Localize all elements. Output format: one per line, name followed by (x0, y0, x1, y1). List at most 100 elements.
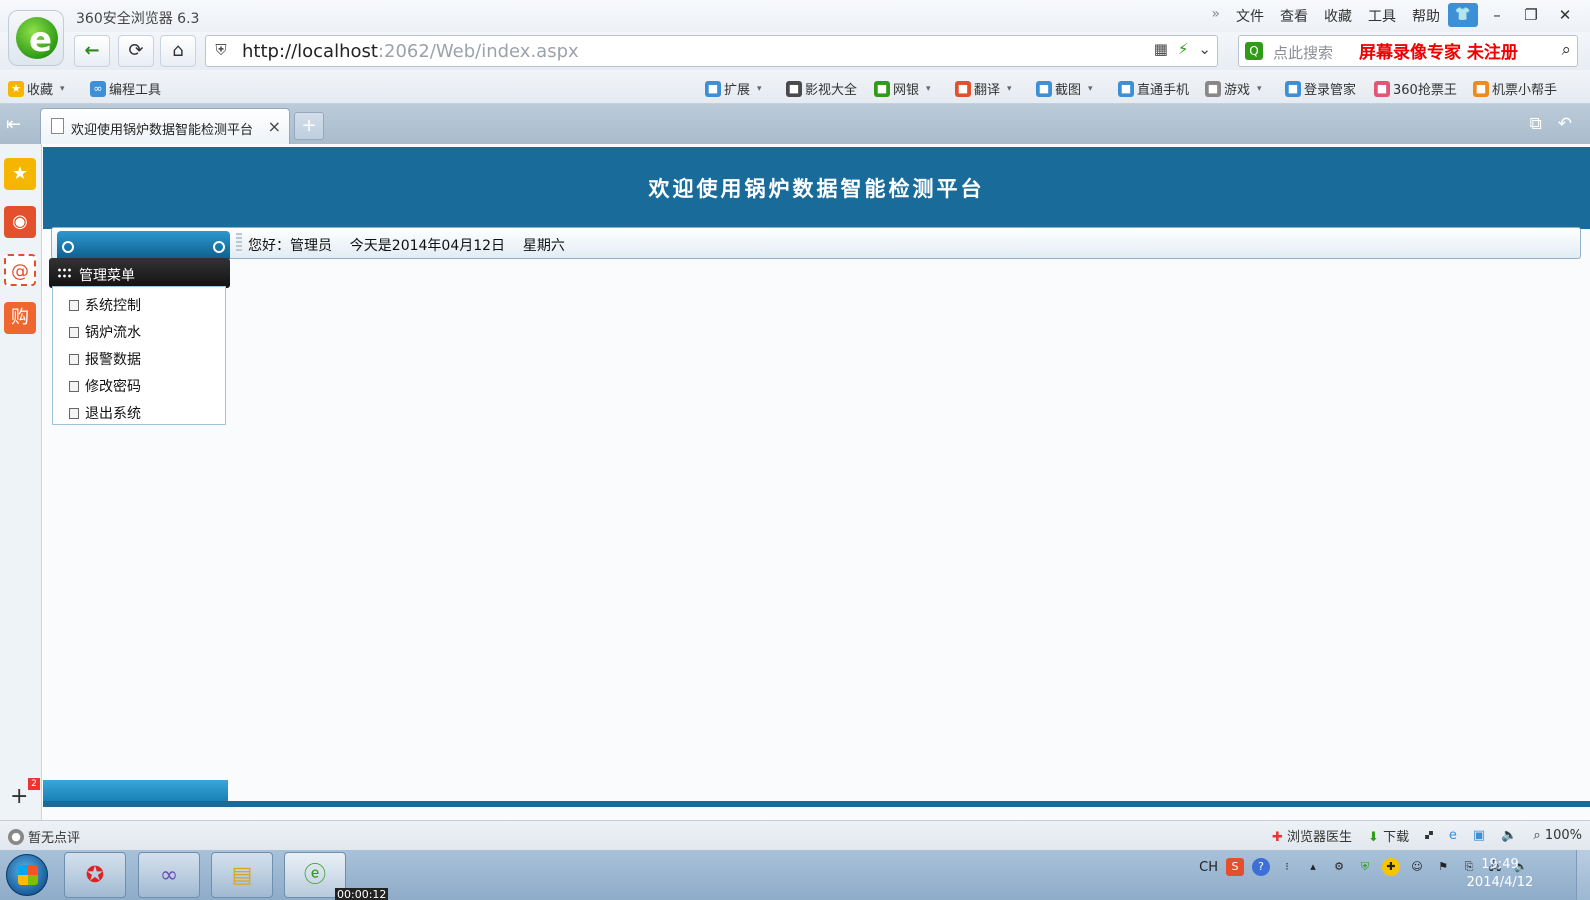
shopping-icon[interactable]: 购 (4, 302, 36, 334)
security-shield-icon[interactable]: ⛨ (210, 41, 232, 61)
address-bar[interactable]: ⛨ http://localhost:2062/Web/index.aspx ▦… (205, 35, 1218, 67)
fav-bookmarks[interactable]: ★ 收藏 ▾ (8, 79, 65, 98)
fav-item-label: 扩展 (724, 83, 751, 98)
dropdown-caret-icon[interactable]: ▾ (757, 84, 762, 94)
menu-item-alarm-data[interactable]: 报警数据 (69, 349, 141, 369)
fav-programming-tools[interactable]: ∞ 编程工具 (90, 79, 161, 98)
qq-icon[interactable]: ☺ (1408, 858, 1426, 876)
skin-icon[interactable]: 👕 (1448, 3, 1478, 27)
favorites-star-icon[interactable]: ★ (4, 158, 36, 190)
help-icon[interactable]: ? (1252, 858, 1270, 876)
address-dropdown-icon[interactable]: ⌄ (1198, 40, 1211, 58)
add-sidebar-button[interactable]: +2 (10, 778, 40, 809)
fav-item-extensions[interactable]: ■ 扩展 ▾ (705, 79, 762, 98)
tab-active[interactable]: 欢迎使用锅炉数据智能检测平台 × (40, 108, 290, 144)
status-bar: ● 暂无点评 ✚ 浏览器医生 ⬇ 下载 🙾 e ▣ 🔈 ⌕ 100% (0, 820, 1590, 850)
grid-icon (57, 267, 73, 279)
tray-app-icon[interactable]: ⚙ (1330, 858, 1348, 876)
undo-close-icon[interactable]: ↶ (1558, 114, 1572, 134)
fav-item-key[interactable]: ■ 登录管家 (1285, 79, 1356, 98)
fav-item-plane[interactable]: ■ 机票小帮手 (1473, 79, 1557, 98)
zoom-icon: ⌕ (1533, 828, 1541, 843)
menu-item-label[interactable]: 修改密码 (85, 376, 141, 396)
weibo-icon[interactable]: ◉ (4, 206, 36, 238)
speed-mode-icon[interactable]: ⚡ (1178, 40, 1189, 58)
browser-menu: » 文件 查看 收藏 工具 帮助 (1211, 6, 1440, 26)
menu-item-boiler-flow[interactable]: 锅炉流水 (69, 322, 141, 342)
extensions-icon: ■ (705, 80, 721, 97)
menu-file[interactable]: 文件 (1236, 6, 1264, 26)
search-box[interactable]: Q 点此搜索 屏幕录像专家 未注册 ⌕ (1238, 35, 1578, 67)
fav-item-bank[interactable]: ■ 网银 ▾ (874, 79, 931, 98)
zoom-control[interactable]: ⌕ 100% (1533, 828, 1582, 843)
windows-taskbar: ✪ ∞ ▤ ⓔ 00:00:12 CH S ? ⁝ ▴ ⚙ ⛨ ✚ ☺ ⚑ ⎘ … (0, 850, 1590, 900)
menu-tools[interactable]: 工具 (1368, 6, 1396, 26)
show-hidden-icons[interactable]: ▴ (1304, 858, 1322, 876)
menu-item-label[interactable]: 退出系统 (85, 403, 141, 423)
minimize-button[interactable]: – (1482, 3, 1512, 27)
dropdown-caret-icon[interactable]: ▾ (1257, 84, 1262, 94)
menu-help[interactable]: 帮助 (1412, 6, 1440, 26)
fav-item-game[interactable]: ■ 游戏 ▾ (1205, 79, 1262, 98)
page-icon (69, 326, 79, 338)
menu-item-logout[interactable]: 退出系统 (69, 403, 141, 423)
back-button[interactable]: ← (74, 35, 110, 67)
dropdown-caret-icon[interactable]: ▾ (926, 84, 931, 94)
download-button[interactable]: ⬇ 下载 (1368, 826, 1409, 845)
rating-text[interactable]: 暂无点评 (28, 827, 80, 846)
fav-item-translate[interactable]: ■ 翻译 ▾ (955, 79, 1012, 98)
taskbar-file-explorer[interactable]: ▤ (211, 852, 273, 898)
browser-logo-icon[interactable]: e (8, 10, 64, 66)
taskbar-visual-studio[interactable]: ∞ (138, 852, 200, 898)
menu-item-system-control[interactable]: 系统控制 (69, 295, 141, 315)
window-icon[interactable]: ▣ (1473, 828, 1485, 843)
start-button[interactable] (6, 854, 48, 896)
fav-item-phone[interactable]: ■ 直通手机 (1118, 79, 1189, 98)
ime-settings-icon[interactable]: ⁝ (1278, 858, 1296, 876)
360-guard-icon[interactable]: ⛨ (1356, 858, 1374, 876)
zoom-level: 100% (1544, 828, 1582, 843)
menu-item-label[interactable]: 报警数据 (85, 349, 141, 369)
qr-code-icon[interactable]: ▦ (1154, 40, 1168, 58)
fav-item-label: 机票小帮手 (1492, 83, 1558, 98)
fav-item-ticket[interactable]: ■ 360抢票王 (1374, 79, 1457, 98)
url-path: :2062/Web/index.aspx (377, 41, 579, 62)
screenshot-icon: ■ (1036, 80, 1052, 97)
address-url[interactable]: http://localhost:2062/Web/index.aspx (242, 41, 579, 62)
taskbar-screen-recorder[interactable]: ✪ (64, 852, 126, 898)
tab-close-icon[interactable]: × (268, 117, 281, 136)
mail-icon[interactable]: @ (4, 254, 36, 286)
menu-item-change-password[interactable]: 修改密码 (69, 376, 141, 396)
menu-view[interactable]: 查看 (1280, 6, 1308, 26)
menu-item-label[interactable]: 锅炉流水 (85, 322, 141, 342)
restore-button[interactable]: ❐ (1516, 3, 1546, 27)
action-center-flag-icon[interactable]: ⚑ (1434, 858, 1452, 876)
ie-mode-icon[interactable]: e (1449, 828, 1457, 843)
refresh-button[interactable]: ⟳ (118, 35, 154, 67)
menu-more[interactable]: » (1211, 6, 1220, 26)
search-icon[interactable]: ⌕ (1561, 40, 1571, 60)
new-tab-button[interactable]: + (294, 112, 324, 140)
page-icon (69, 299, 79, 311)
sidebar-toggle-icon[interactable]: ⇤ (6, 114, 21, 135)
menu-favorites[interactable]: 收藏 (1324, 6, 1352, 26)
dropdown-caret-icon[interactable]: ▾ (1088, 84, 1093, 94)
fav-item-screenshot[interactable]: ■ 截图 ▾ (1036, 79, 1093, 98)
doctor-icon: ✚ (1271, 830, 1283, 845)
menu-item-label[interactable]: 系统控制 (85, 295, 141, 315)
home-button[interactable]: ⌂ (160, 35, 196, 67)
sogou-ime-icon[interactable]: S (1226, 858, 1244, 876)
system-clock[interactable]: 19:49 2014/4/12 (1460, 856, 1540, 892)
search-engine-icon[interactable]: Q (1245, 42, 1263, 60)
show-desktop-button[interactable] (1576, 850, 1590, 900)
speed-test-icon[interactable]: 🙾 (1425, 828, 1433, 843)
dropdown-caret-icon[interactable]: ▾ (1007, 84, 1012, 94)
close-window-button[interactable]: ✕ (1550, 3, 1580, 27)
page-bottom-border (43, 801, 1590, 807)
fav-item-video[interactable]: ■ 影视大全 (786, 79, 857, 98)
input-language[interactable]: CH (1199, 860, 1218, 875)
360-plus-icon[interactable]: ✚ (1382, 858, 1400, 876)
browser-doctor-button[interactable]: ✚ 浏览器医生 (1272, 826, 1352, 845)
restore-tab-icon[interactable]: ⧉ (1530, 114, 1542, 134)
volume-icon[interactable]: 🔈 (1501, 828, 1517, 843)
